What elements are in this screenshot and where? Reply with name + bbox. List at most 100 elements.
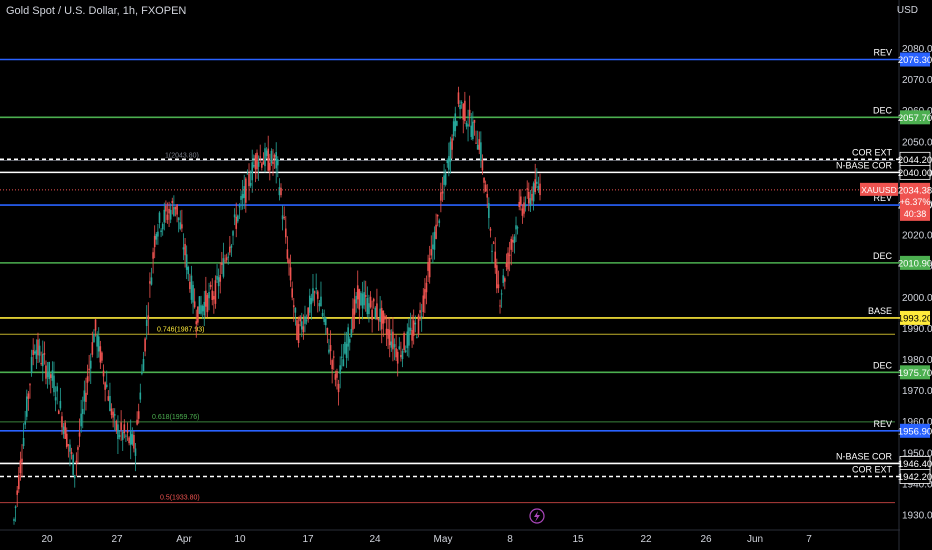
candle-body (57, 410, 60, 414)
candle-body (307, 307, 309, 320)
candle-body (176, 204, 178, 215)
candle-body (88, 368, 90, 371)
level-label: COR EXT (852, 465, 893, 475)
time-tick-label: Jun (747, 534, 763, 545)
candle-body (377, 318, 380, 321)
time-tick-label: 10 (234, 534, 246, 545)
candle-body (237, 215, 239, 222)
candle-body (478, 139, 481, 150)
candle-body (67, 444, 70, 446)
candle-body (329, 345, 332, 352)
candle-body (424, 289, 426, 299)
candle-body (113, 414, 116, 416)
candle-body (109, 395, 111, 411)
candle-body (499, 305, 501, 307)
candle-body (141, 371, 143, 374)
candle-body (169, 209, 172, 220)
time-tick-label: 24 (369, 534, 381, 545)
candle-body (14, 506, 17, 509)
candle-body (323, 317, 325, 323)
level-price-label: 1956.90 (898, 426, 932, 437)
fib-label: 0.618(1959.76) (152, 414, 199, 421)
candle-body (457, 92, 460, 104)
candle-body (363, 292, 365, 306)
time-tick-label: 17 (302, 534, 314, 545)
candle-body (305, 320, 308, 322)
candle-body (155, 233, 158, 240)
chart-title: Gold Spot / U.S. Dollar, 1h, FXOPEN (6, 5, 187, 17)
candle-body (481, 159, 484, 171)
candle-body (379, 308, 381, 322)
candle-body (491, 250, 493, 252)
candle-body (104, 382, 106, 390)
price-tick-label: 2020.00 (902, 231, 932, 242)
price-tick-label: 1990.00 (902, 324, 932, 335)
candle-body (61, 416, 63, 428)
candle-body (273, 154, 276, 158)
candle-body (152, 252, 154, 259)
candle-body (368, 303, 370, 315)
candle-body (272, 161, 274, 164)
candle-body (467, 124, 469, 127)
price-chart[interactable]: 1930.001940.001950.001960.001970.001980.… (0, 0, 932, 550)
candle-body (227, 256, 230, 258)
candle-body (238, 206, 241, 208)
candle-body (126, 430, 129, 433)
candle-body (492, 242, 495, 244)
candle-body (97, 336, 100, 352)
candle-body (198, 296, 201, 314)
candle-body (45, 365, 47, 379)
candle-body (201, 305, 204, 312)
candle-body (265, 150, 268, 156)
candle-body (507, 252, 509, 270)
candle-body (187, 267, 190, 275)
candle-body (37, 339, 39, 356)
candle-body (253, 165, 255, 167)
candle-body (395, 348, 397, 358)
candle-body (112, 411, 114, 418)
candle-body (366, 297, 369, 315)
candle-body (374, 307, 377, 319)
candle-body (166, 214, 169, 220)
candle-body (372, 298, 375, 302)
candle-body (131, 434, 134, 445)
candle-body (121, 432, 124, 440)
candle-body (526, 188, 529, 190)
candle-body (142, 359, 145, 372)
candle-body (284, 228, 287, 238)
candle-body (414, 322, 417, 325)
candle-body (396, 351, 399, 364)
candle-body (93, 334, 95, 343)
candle-body (139, 392, 142, 400)
candle-body (19, 460, 22, 474)
candle-body (520, 196, 522, 205)
candle-body (436, 214, 439, 217)
candle-body (388, 329, 391, 346)
candle-body (483, 177, 485, 183)
price-tick-label: 1980.00 (902, 355, 932, 366)
candle-body (425, 282, 428, 293)
level-price-label: 2010.90 (898, 258, 932, 269)
candle-body (320, 296, 322, 307)
price-tick-label: 2070.00 (902, 75, 932, 86)
candle-body (91, 342, 94, 355)
candle-body (452, 121, 455, 137)
candle-body (312, 288, 314, 301)
currency-label: USD (896, 5, 918, 16)
candle-body (117, 424, 119, 440)
price-tick-label: 2000.00 (902, 293, 932, 304)
candle-body (243, 186, 246, 198)
candle-body (160, 230, 162, 233)
candle-body (33, 351, 36, 354)
candle-body (269, 162, 271, 171)
candle-body (398, 346, 401, 350)
candle-body (206, 294, 209, 313)
candle-body (521, 208, 524, 216)
candle-body (128, 437, 130, 444)
candle-body (515, 225, 517, 230)
candle-body (32, 350, 34, 356)
candle-body (348, 338, 351, 343)
level-price-label: 1993.20 (898, 313, 932, 324)
candle-body (171, 200, 174, 204)
candle-body (454, 113, 457, 132)
